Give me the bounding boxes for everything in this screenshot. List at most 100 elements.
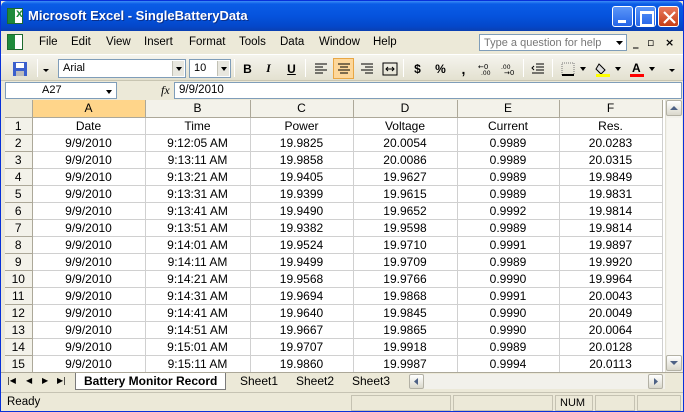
table-cell[interactable]: 9/9/2010 [32,270,146,288]
menu-tools[interactable]: Tools [239,36,266,48]
table-cell[interactable]: 9:12:05 AM [145,134,251,152]
table-cell[interactable]: 19.9399 [250,185,354,203]
table-cell[interactable]: 20.0113 [559,355,663,372]
tab-sheet3[interactable]: Sheet3 [344,373,399,390]
table-cell[interactable]: 19.9831 [559,185,663,203]
table-cell[interactable]: 19.9524 [250,236,354,254]
table-cell[interactable]: 9/9/2010 [32,185,146,203]
header-cell[interactable]: Power [250,117,354,135]
chevron-down-icon[interactable] [217,61,229,76]
table-cell[interactable]: 19.9667 [250,321,354,339]
table-cell[interactable]: 9/9/2010 [32,253,146,271]
row-header[interactable]: 5 [5,185,33,203]
select-all-corner[interactable] [5,100,33,118]
table-cell[interactable]: 20.0043 [559,287,663,305]
menu-window[interactable]: Window [319,36,360,48]
table-cell[interactable]: 20.0283 [559,134,663,152]
row-header[interactable]: 3 [5,151,33,169]
next-sheet-icon[interactable]: ▶ [42,376,48,385]
table-cell[interactable]: 19.9694 [250,287,354,305]
excel-app-icon[interactable]: X [7,8,23,24]
table-cell[interactable]: 19.9598 [353,219,458,237]
help-dropdown-icon[interactable] [613,35,626,50]
table-cell[interactable]: 19.9868 [353,287,458,305]
font-name-select[interactable]: Arial [58,59,186,78]
font-size-select[interactable]: 10 [189,59,231,78]
comma-style-button[interactable]: , [453,58,474,79]
table-cell[interactable]: 9:13:31 AM [145,185,251,203]
column-header-f[interactable]: F [559,100,663,118]
table-cell[interactable]: 19.9615 [353,185,458,203]
table-cell[interactable]: 9/9/2010 [32,134,146,152]
table-cell[interactable]: 0.9990 [457,321,560,339]
fill-color-icon[interactable] [592,58,613,79]
scroll-up-button[interactable] [666,100,682,116]
row-header[interactable]: 14 [5,338,33,356]
row-header[interactable]: 6 [5,202,33,220]
table-cell[interactable]: 19.9849 [559,168,663,186]
header-cell[interactable]: Res. [559,117,663,135]
workbook-restore-icon[interactable]: ▫ [647,36,654,49]
save-icon[interactable] [9,58,30,79]
header-cell[interactable]: Current [457,117,560,135]
row-header[interactable]: 1 [5,117,33,135]
table-cell[interactable]: 0.9994 [457,355,560,372]
scroll-track[interactable] [667,118,682,356]
percent-button[interactable]: % [430,58,451,79]
table-cell[interactable]: 19.9814 [559,202,663,220]
column-header-c[interactable]: C [250,100,354,118]
table-cell[interactable]: 20.0086 [353,151,458,169]
last-sheet-icon[interactable]: ▶| [57,376,66,385]
menu-file[interactable]: File [39,36,58,48]
bold-button[interactable]: B [237,58,258,79]
menu-help[interactable]: Help [373,36,397,48]
formula-input[interactable]: 9/9/2010 [174,82,682,99]
table-cell[interactable]: 19.9568 [250,270,354,288]
name-box[interactable]: A27 [5,82,117,99]
table-cell[interactable]: 9:14:31 AM [145,287,251,305]
horizontal-scrollbar[interactable] [409,374,665,389]
table-cell[interactable]: 9/9/2010 [32,151,146,169]
workbook-minimize-icon[interactable]: _ [633,36,639,49]
table-cell[interactable]: 9:13:21 AM [145,168,251,186]
table-cell[interactable]: 9:13:41 AM [145,202,251,220]
table-cell[interactable]: 19.9709 [353,253,458,271]
table-cell[interactable]: 0.9991 [457,236,560,254]
insert-function-icon[interactable]: fx [161,83,170,98]
table-cell[interactable]: 19.9860 [250,355,354,372]
row-header[interactable]: 12 [5,304,33,322]
tab-sheet2[interactable]: Sheet2 [288,373,343,390]
table-cell[interactable]: 19.9766 [353,270,458,288]
merge-center-icon[interactable] [379,58,400,79]
row-header[interactable]: 8 [5,236,33,254]
column-header-b[interactable]: B [145,100,251,118]
row-header[interactable]: 7 [5,219,33,237]
workbook-close-icon[interactable]: × [665,36,674,49]
table-cell[interactable]: 19.9710 [353,236,458,254]
menu-format[interactable]: Format [189,36,225,48]
table-cell[interactable]: 19.9918 [353,338,458,356]
font-color-icon[interactable]: A [626,58,647,79]
table-cell[interactable]: 19.9897 [559,236,663,254]
table-cell[interactable]: 9:13:51 AM [145,219,251,237]
prev-sheet-icon[interactable]: ◀ [26,376,32,385]
table-cell[interactable]: 9:13:11 AM [145,151,251,169]
help-search-input[interactable]: Type a question for help [479,34,627,51]
table-cell[interactable]: 9/9/2010 [32,287,146,305]
header-cell[interactable]: Voltage [353,117,458,135]
menu-view[interactable]: View [106,36,131,48]
borders-icon[interactable] [557,58,578,79]
row-header[interactable]: 15 [5,355,33,372]
chevron-down-icon[interactable] [578,58,588,79]
align-center-icon[interactable] [333,58,354,79]
table-cell[interactable]: 0.9989 [457,134,560,152]
vertical-scrollbar[interactable] [665,100,682,372]
row-header[interactable]: 11 [5,287,33,305]
table-cell[interactable]: 19.9825 [250,134,354,152]
menu-data[interactable]: Data [280,36,304,48]
table-cell[interactable]: 19.9707 [250,338,354,356]
table-cell[interactable]: 9:15:01 AM [145,338,251,356]
table-cell[interactable]: 20.0064 [559,321,663,339]
table-cell[interactable]: 9/9/2010 [32,168,146,186]
table-cell[interactable]: 19.9499 [250,253,354,271]
